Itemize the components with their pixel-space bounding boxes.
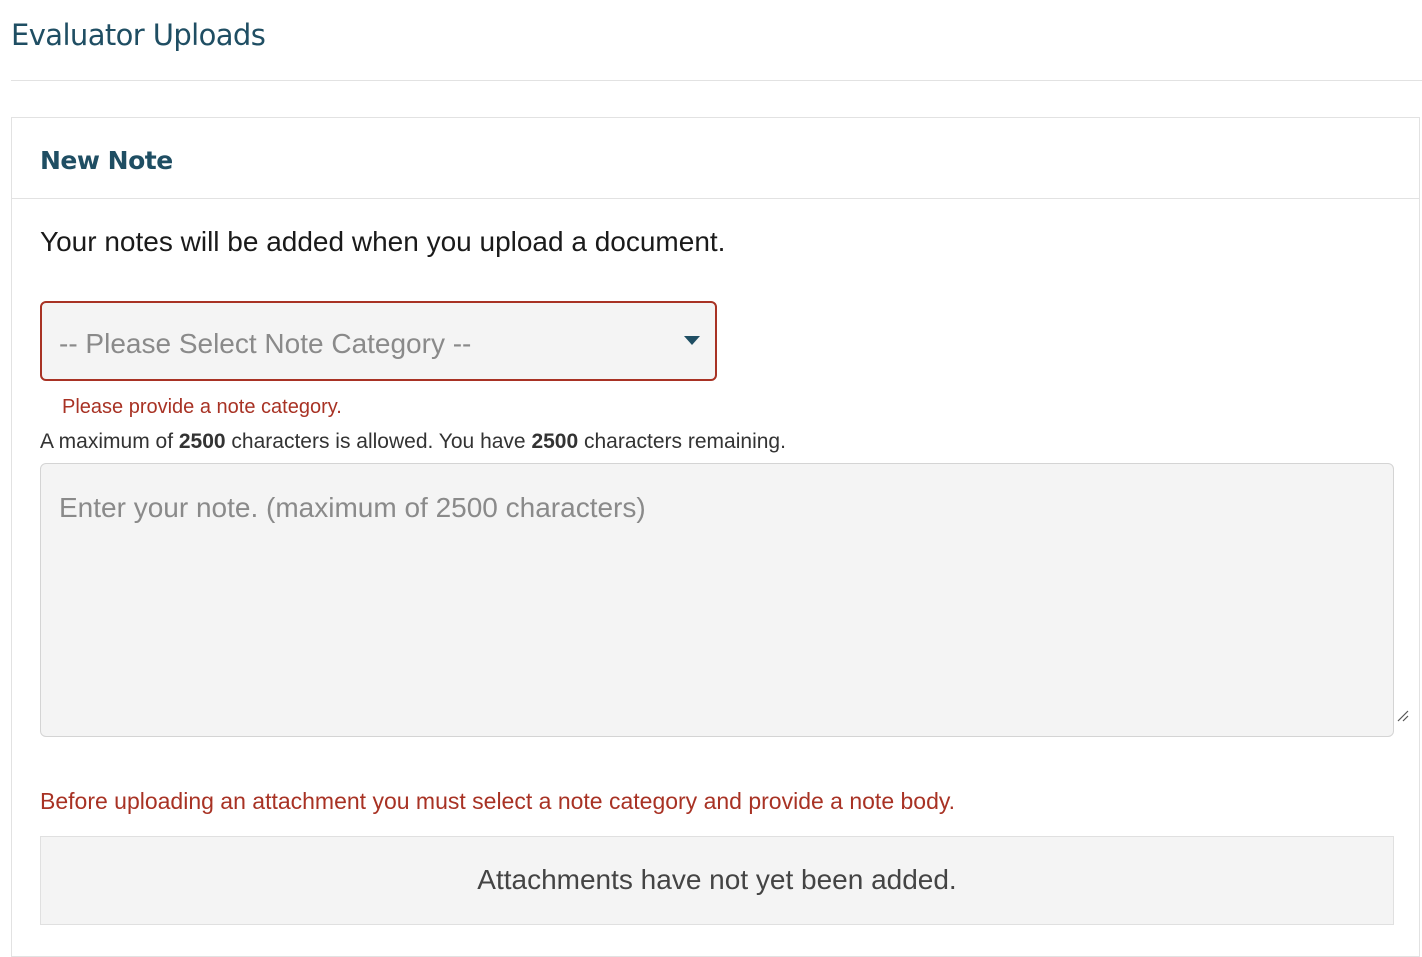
new-note-card: New Note Your notes will be added when y… (11, 117, 1420, 957)
card-header: New Note (12, 118, 1419, 199)
intro-text: Your notes will be added when you upload… (40, 226, 726, 257)
char-count-max: 2500 (178, 430, 226, 453)
attachments-empty-message: Attachments have not yet been added. (477, 864, 957, 895)
char-count-remaining: 2500 (531, 430, 579, 453)
page-title: Evaluator Uploads (11, 18, 266, 52)
note-body-textarea[interactable] (40, 463, 1394, 737)
attachments-panel: Attachments have not yet been added. (40, 836, 1394, 925)
caret-down-icon (684, 336, 700, 345)
resize-handle-icon[interactable] (1395, 708, 1409, 722)
title-divider (11, 80, 1422, 81)
note-category-placeholder: -- Please Select Note Category -- (59, 328, 472, 359)
card-title: New Note (40, 146, 173, 175)
category-error-message: Please provide a note category. (62, 396, 342, 418)
char-count-middle: characters is allowed. You have (225, 430, 532, 453)
char-count-prefix: A maximum of (40, 430, 179, 453)
attachment-error-message: Before uploading an attachment you must … (40, 788, 956, 814)
char-count-suffix: characters remaining. (578, 430, 786, 453)
character-count-info: A maximum of 2500 characters is allowed.… (40, 430, 786, 454)
note-category-select[interactable]: -- Please Select Note Category -- (40, 301, 717, 381)
